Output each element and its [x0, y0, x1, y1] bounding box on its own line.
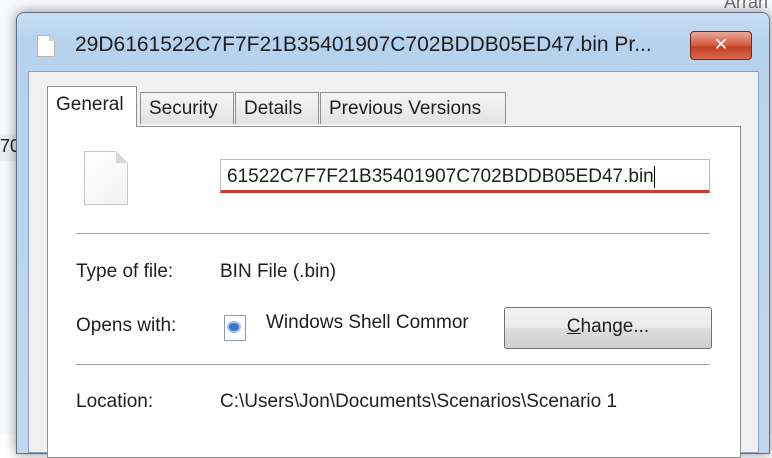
location-label: Location:: [76, 391, 154, 412]
divider: [76, 364, 710, 365]
text-caret: [653, 165, 655, 188]
type-of-file-value: BIN File (.bin): [220, 261, 337, 282]
close-button[interactable]: ✕: [690, 31, 752, 60]
dialog-title: 29D6161522C7F7F21B35401907C702BDDB05ED47…: [75, 33, 652, 56]
tab-previous-versions[interactable]: Previous Versions: [320, 92, 506, 124]
divider: [76, 233, 710, 234]
dialog-client-area: General Security Details Previous Versio…: [28, 71, 759, 458]
general-tab-panel: 61522C7F7F21B35401907C702BDDB05ED47.bin …: [47, 126, 741, 458]
file-type-icon: [84, 151, 128, 205]
windows-shell-app-icon: [224, 315, 246, 341]
opens-with-label: Opens with:: [76, 315, 177, 336]
change-button-label: hange...: [580, 316, 650, 337]
file-icon: [37, 35, 55, 57]
file-name-input[interactable]: 61522C7F7F21B35401907C702BDDB05ED47.bin: [220, 159, 710, 193]
tab-general[interactable]: General: [47, 86, 137, 127]
change-button-accelerator: C: [566, 316, 581, 337]
change-button[interactable]: Change...: [504, 307, 712, 349]
file-name-text: 61522C7F7F21B35401907C702BDDB05ED47.bin: [227, 166, 654, 187]
tab-security[interactable]: Security: [140, 92, 234, 124]
properties-dialog: 29D6161522C7F7F21B35401907C702BDDB05ED47…: [16, 12, 770, 458]
type-of-file-label: Type of file:: [76, 261, 174, 282]
tab-details[interactable]: Details: [235, 92, 319, 124]
location-value: C:\Users\Jon\Documents\Scenarios\Scenari…: [220, 391, 618, 412]
opens-with-value: Windows Shell Commor: [266, 312, 469, 333]
